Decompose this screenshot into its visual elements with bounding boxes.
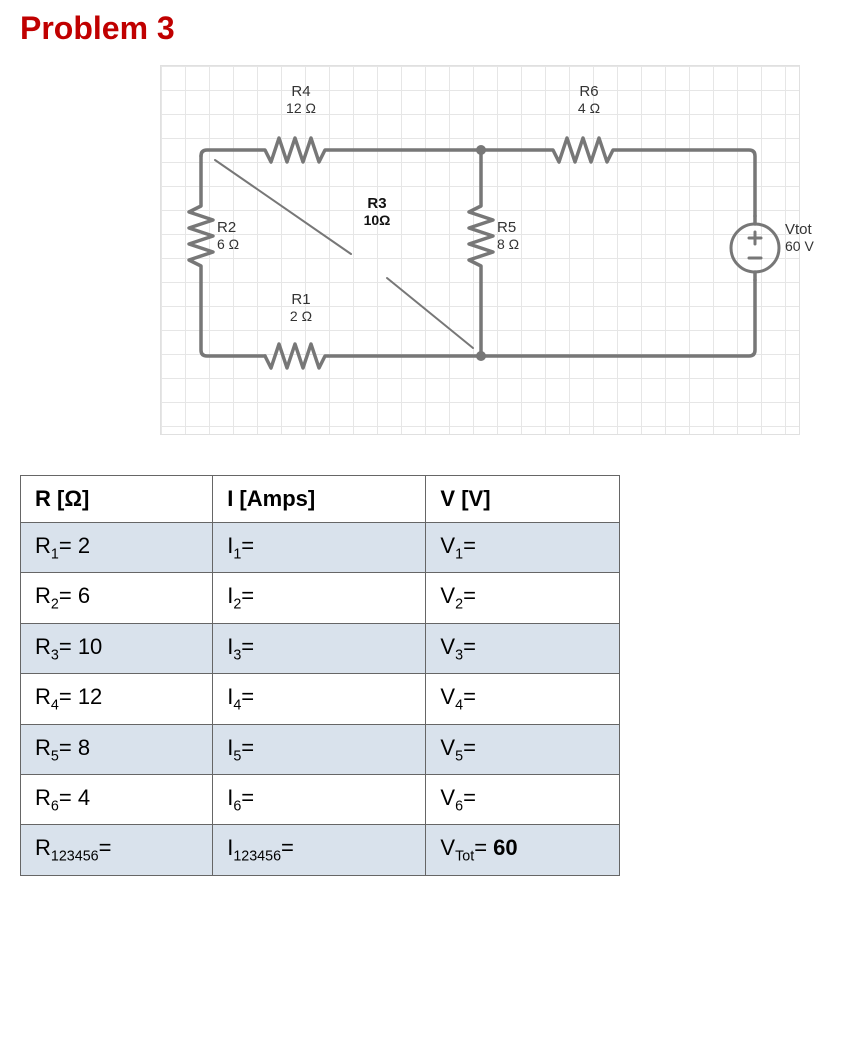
table-cell: R3= 10	[21, 623, 213, 673]
label-r3: R3 10Ω	[347, 196, 407, 228]
values-table: R [Ω] I [Amps] V [V] R1= 2I1= V1= R2= 6I…	[20, 475, 620, 876]
table-row: R3= 10I3= V3=	[21, 623, 620, 673]
table-row: R6= 4I6= V6=	[21, 774, 620, 824]
table-cell: V4=	[426, 674, 620, 724]
header-v: V [V]	[426, 476, 620, 523]
problem-title: Problem 3	[20, 10, 846, 47]
table-cell: I5=	[213, 724, 426, 774]
label-r1: R1 2 Ω	[271, 292, 331, 324]
table-cell: R5= 8	[21, 724, 213, 774]
table-row: R123456= I123456= VTot= 60	[21, 825, 620, 875]
label-r4: R4 12 Ω	[271, 84, 331, 116]
table-cell: V1=	[426, 523, 620, 573]
table-cell: I3=	[213, 623, 426, 673]
table-cell: R1= 2	[21, 523, 213, 573]
table-cell: V2=	[426, 573, 620, 623]
table-row: R4= 12I4= V4=	[21, 674, 620, 724]
table-body: R1= 2I1= V1= R2= 6I2= V2= R3= 10I3= V3= …	[21, 523, 620, 876]
table-row: R2= 6I2= V2=	[21, 573, 620, 623]
table-cell: I4=	[213, 674, 426, 724]
table-cell: V6=	[426, 774, 620, 824]
table-cell: V3=	[426, 623, 620, 673]
header-r: R [Ω]	[21, 476, 213, 523]
table-row: R1= 2I1= V1=	[21, 523, 620, 573]
table-cell: R6= 4	[21, 774, 213, 824]
label-r2: R2 6 Ω	[217, 220, 257, 252]
table-cell: I6=	[213, 774, 426, 824]
header-i: I [Amps]	[213, 476, 426, 523]
table-cell: R2= 6	[21, 573, 213, 623]
table-cell: VTot= 60	[426, 825, 620, 875]
label-vtot: Vtot 60 V	[785, 222, 835, 254]
label-r5: R5 8 Ω	[497, 220, 537, 252]
table-row: R5= 8I5= V5=	[21, 724, 620, 774]
table-cell: R123456=	[21, 825, 213, 875]
table-cell: I123456=	[213, 825, 426, 875]
circuit-diagram: R4 12 Ω R6 4 Ω R2 6 Ω R3 10Ω R5 8 Ω R1 2…	[160, 65, 800, 435]
label-r6: R6 4 Ω	[559, 84, 619, 116]
circuit-svg	[161, 66, 801, 436]
table-cell: I1=	[213, 523, 426, 573]
table-cell: R4= 12	[21, 674, 213, 724]
table-cell: I2=	[213, 573, 426, 623]
table-cell: V5=	[426, 724, 620, 774]
